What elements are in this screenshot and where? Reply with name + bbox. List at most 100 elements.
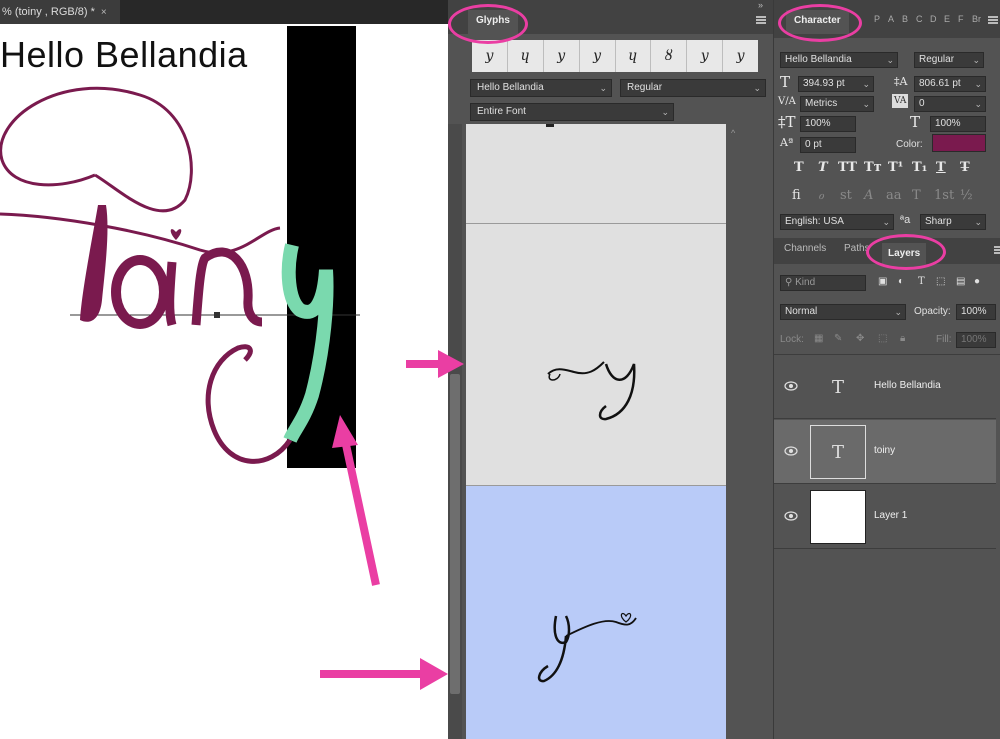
glyphs-filter-select[interactable]: Entire Font ⌄ [470,103,674,121]
tab-extra[interactable]: F [958,14,964,24]
layer-kind-filter[interactable]: ⚲ Kind [780,275,866,291]
baseline-shift-field[interactable]: 0 pt [800,137,856,153]
glyphs-font-family-select[interactable]: Hello Bellandia ⌄ [470,79,612,97]
annotation-circle-glyphs [448,4,528,44]
close-icon[interactable]: × [101,7,107,18]
kerning-icon: V/A [778,96,796,107]
lock-transparent-icon[interactable]: ▦ [814,333,823,344]
titling-alternates-button[interactable]: T [912,188,921,203]
swash-button[interactable]: A [864,188,873,203]
language-value: English: USA [785,216,844,227]
recent-glyph[interactable]: y [723,40,758,72]
layer-name[interactable]: toiny [874,445,895,456]
glyph-cell[interactable] [466,124,726,224]
filter-toggle-icon[interactable]: ● [974,276,980,287]
shape-filter-icon[interactable]: ⬚ [936,276,945,287]
chevron-down-icon: ⌄ [974,217,982,227]
font-family-value: Hello Bellandia [785,54,852,65]
language-select[interactable]: English: USA ⌄ [780,214,894,230]
lock-artboard-icon[interactable]: ⬚ [878,333,887,344]
glyph-cell-y-selected[interactable] [466,486,726,739]
tab-extra[interactable]: C [916,14,923,24]
recent-glyph[interactable]: y [544,40,580,72]
faux-italic-button[interactable]: T [818,160,828,175]
font-style-select[interactable]: Regular ⌄ [914,52,984,68]
document-tab-bar: % (toiny , RGB/8) * × [0,0,448,24]
document-tab[interactable]: % (toiny , RGB/8) * × [0,0,120,24]
recent-glyph[interactable]: ɥ [616,40,652,72]
text-layer-thumb-icon: T [810,425,866,479]
underline-button[interactable]: T [936,160,946,175]
pixel-filter-icon[interactable]: ▣ [878,276,887,287]
kerning-select[interactable]: Metrics ⌄ [800,96,874,112]
font-style-value: Regular [919,54,955,65]
tab-extra[interactable]: E [944,14,950,24]
recent-glyph[interactable]: y [580,40,616,72]
type-filter-icon[interactable]: T [918,276,925,287]
all-caps-button[interactable]: TT [838,160,857,175]
font-family-select[interactable]: Hello Bellandia ⌄ [780,52,898,68]
layer-row-layer-1[interactable]: Layer 1 [774,485,996,549]
leading-icon: ‡A [894,75,908,88]
chevron-down-icon: ⌄ [599,83,607,93]
annotation-circle-character [778,4,862,42]
search-icon: ⚲ [785,277,796,288]
recent-glyph[interactable]: ɥ [508,40,544,72]
superscript-button[interactable]: T¹ [888,160,903,175]
document-tab-title: % (toiny , RGB/8) * [2,6,95,18]
glyph-cell-y-alternate[interactable] [466,224,726,486]
layer-name[interactable]: Layer 1 [874,510,907,521]
right-panels: Character P A B C D E F Br Hello Belland… [773,0,1000,739]
ligatures-button[interactable]: fi [792,188,801,203]
tab-extra[interactable]: A [888,14,894,24]
lock-brush-icon[interactable]: ✎ [834,333,842,344]
recent-glyph[interactable]: y [687,40,724,72]
tab-paragraph[interactable]: P [874,14,880,24]
tracking-value: 0 [919,98,925,109]
subscript-button[interactable]: T₁ [912,160,927,175]
horizontal-scale-field[interactable]: 100% [930,116,986,132]
tab-extra[interactable]: Br [972,14,981,24]
stylistic-alternates-button[interactable]: aa [886,188,902,203]
blend-mode-select[interactable]: Normal ⌄ [780,304,906,320]
visibility-eye-icon[interactable] [784,381,798,391]
recent-glyph[interactable]: ȣ [651,40,688,72]
glyphs-font-style: Regular [627,82,663,93]
layer-name[interactable]: Hello Bellandia [874,380,941,391]
lock-all-icon[interactable]: 🔒︎ [900,333,905,344]
font-size-icon: T [780,73,791,91]
leading-field[interactable]: 806.61 pt ⌄ [914,76,986,92]
chevron-down-icon: ⌄ [974,99,982,109]
visibility-eye-icon[interactable] [784,446,798,456]
small-caps-button[interactable]: Tт [864,160,882,175]
lock-move-icon[interactable]: ✥ [856,333,864,344]
recent-glyph[interactable]: y [472,40,508,72]
layer-row-hello-bellandia[interactable]: T Hello Bellandia [774,355,996,419]
smart-object-filter-icon[interactable]: ▤ [956,276,965,287]
antialias-select[interactable]: Sharp ⌄ [920,214,986,230]
glyphs-font-style-select[interactable]: Regular ⌄ [620,79,766,97]
tab-channels[interactable]: Channels [784,243,826,254]
old-style-button[interactable]: st [840,188,852,203]
collapse-icon[interactable]: » [758,0,763,10]
chevron-down-icon: ⌄ [862,79,870,89]
tab-extra[interactable]: B [902,14,908,24]
panel-menu-icon[interactable] [994,246,1000,254]
font-size-field[interactable]: 394.93 pt ⌄ [798,76,874,92]
layer-row-toiny[interactable]: T toiny [774,420,996,484]
tab-extra[interactable]: D [930,14,937,24]
adjustment-filter-icon[interactable]: ◐ [898,276,904,287]
fill-field[interactable]: 100% [956,332,996,348]
panel-menu-icon[interactable] [988,16,998,24]
discretionary-ligatures-button[interactable]: ℴ [818,188,824,203]
panel-menu-icon[interactable] [756,16,766,24]
text-color-swatch[interactable] [932,134,986,152]
vertical-scale-field[interactable]: 100% [800,116,856,132]
fractions-button[interactable]: ½ [960,188,973,203]
strikethrough-button[interactable]: T̶ [960,160,970,175]
faux-bold-button[interactable]: T [794,160,804,175]
ordinals-button[interactable]: 1st [934,188,954,203]
opacity-field[interactable]: 100% [956,304,996,320]
visibility-eye-icon[interactable] [784,511,798,521]
tracking-select[interactable]: 0 ⌄ [914,96,986,112]
